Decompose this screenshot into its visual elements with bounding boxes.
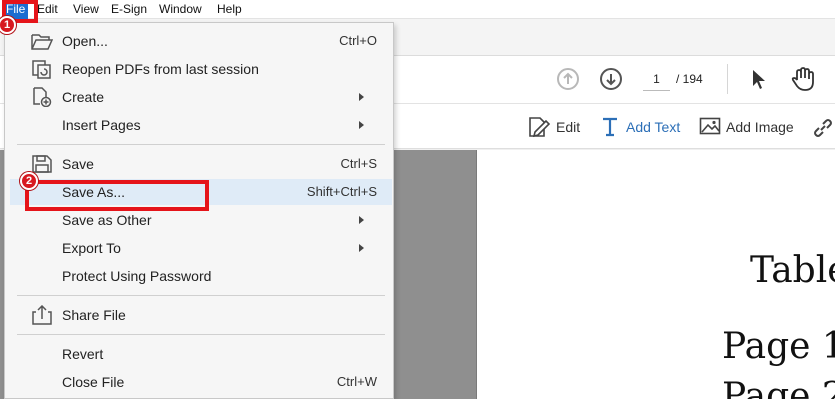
next-page-button[interactable] [600, 68, 622, 90]
submenu-arrow-icon [359, 244, 364, 252]
arrow-down-icon [606, 74, 616, 86]
menu-item-reopen[interactable]: Reopen PDFs from last session [10, 56, 392, 82]
add-text-button[interactable]: Add Text [626, 117, 680, 137]
select-cursor-icon[interactable] [750, 68, 768, 90]
menu-item-export-to[interactable]: Export To [10, 235, 392, 261]
menu-item-revert[interactable]: Revert [10, 341, 392, 367]
menu-item-insert-pages[interactable]: Insert Pages [10, 112, 392, 138]
doc-heading: Table [750, 250, 835, 291]
menu-window[interactable]: Window [159, 2, 202, 16]
arrow-up-icon [563, 72, 573, 84]
annotation-highlight-save-as [25, 180, 209, 211]
menu-view[interactable]: View [73, 2, 99, 16]
menu-item-close-file[interactable]: Close File Ctrl+W [10, 369, 392, 395]
menu-item-save[interactable]: Save Ctrl+S [10, 151, 392, 177]
reopen-icon [32, 60, 51, 79]
menu-item-protect-password[interactable]: Protect Using Password [10, 263, 392, 289]
folder-open-icon [31, 34, 53, 50]
menu-item-share-file[interactable]: Share File [10, 302, 392, 328]
save-disk-icon [32, 155, 52, 173]
page-total: / 194 [676, 72, 703, 86]
step-badge-2: 2 [20, 172, 38, 190]
add-text-icon [603, 117, 617, 137]
menu-esign[interactable]: E-Sign [111, 2, 147, 16]
menu-item-create[interactable]: Create [10, 84, 392, 110]
submenu-arrow-icon [359, 93, 364, 101]
doc-line-page2: Page 2 [722, 376, 835, 399]
add-image-button[interactable]: Add Image [726, 117, 794, 137]
create-pdf-icon [33, 87, 52, 107]
link-icon[interactable] [811, 116, 835, 140]
toolbar-divider [727, 64, 728, 94]
menu-divider [17, 144, 385, 145]
edit-pdf-icon [529, 117, 551, 138]
menu-item-open[interactable]: Open... Ctrl+O [10, 28, 392, 54]
pdf-page: Table Page 1 Page 2 [476, 150, 835, 399]
submenu-arrow-icon [359, 121, 364, 129]
page-number-input[interactable]: 1 [643, 67, 670, 91]
edit-button[interactable]: Edit [556, 117, 580, 137]
submenu-arrow-icon [359, 216, 364, 224]
prev-page-button[interactable] [557, 68, 579, 90]
hand-tool-icon[interactable] [791, 66, 815, 92]
menu-divider [17, 334, 385, 335]
menu-divider [17, 295, 385, 296]
add-image-icon [699, 117, 721, 135]
menu-bar: File Edit View E-Sign Window Help [0, 0, 835, 19]
share-icon [32, 305, 52, 325]
menu-edit[interactable]: Edit [37, 2, 58, 16]
doc-line-page1: Page 1 [722, 326, 835, 367]
menu-help[interactable]: Help [217, 2, 242, 16]
